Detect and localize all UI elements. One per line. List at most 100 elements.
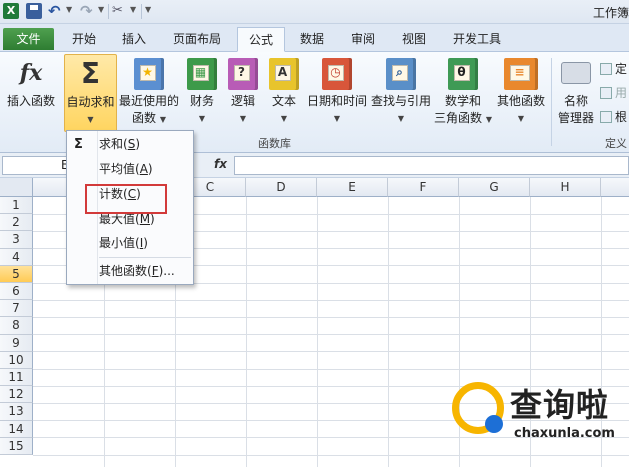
more-functions-button[interactable]: ≡ 其他函数 ▼ bbox=[494, 54, 548, 132]
math-trig-button[interactable]: θ 数学和 三角函数 ▼ bbox=[434, 54, 492, 132]
gridline bbox=[388, 197, 389, 467]
recently-used-dropdown-icon: ▼ bbox=[159, 115, 166, 124]
gridline bbox=[33, 300, 629, 301]
row-header[interactable]: 13 bbox=[0, 403, 33, 421]
redo-icon[interactable]: ↷ bbox=[80, 3, 96, 19]
column-header-h[interactable]: H bbox=[530, 178, 601, 197]
tools-dropdown-icon[interactable]: ▼ bbox=[130, 5, 136, 14]
lookup-dropdown-icon: ▼ bbox=[397, 114, 405, 123]
row-header[interactable]: 10 bbox=[0, 351, 33, 369]
menu-item-min[interactable]: 最小值(I) bbox=[67, 232, 193, 255]
text-book-icon: A bbox=[269, 58, 299, 90]
recently-used-label-1: 最近使用的 bbox=[119, 94, 180, 108]
tab-file[interactable]: 文件 bbox=[3, 28, 54, 50]
create-from-selection-command[interactable]: 根 bbox=[600, 108, 627, 125]
gridline bbox=[33, 369, 629, 370]
save-icon[interactable] bbox=[26, 3, 42, 19]
use-in-formula-command[interactable]: 用 bbox=[600, 84, 627, 101]
financial-label: 财务 bbox=[189, 94, 214, 108]
define-name-command[interactable]: 定 bbox=[600, 60, 627, 77]
tab-review[interactable]: 审阅 bbox=[341, 27, 385, 52]
fx-icon: fx bbox=[19, 60, 43, 86]
financial-book-icon: ▦ bbox=[187, 58, 217, 90]
insert-function-label: 插入函数 bbox=[6, 94, 55, 108]
row-header[interactable]: 9 bbox=[0, 334, 33, 352]
column-header-f[interactable]: F bbox=[388, 178, 459, 197]
more-functions-label: 其他函数 bbox=[496, 94, 545, 108]
column-header-g[interactable]: G bbox=[459, 178, 530, 197]
logical-button[interactable]: ? 逻辑 ▼ bbox=[224, 54, 262, 132]
column-header-e[interactable]: E bbox=[317, 178, 388, 197]
tab-page-layout[interactable]: 页面布局 bbox=[164, 27, 230, 52]
datetime-button[interactable]: ◷ 日期和时间 ▼ bbox=[305, 54, 369, 132]
row-header[interactable]: 12 bbox=[0, 386, 33, 404]
text-label: 文本 bbox=[271, 94, 296, 108]
select-all-corner[interactable] bbox=[0, 178, 33, 197]
function-library-group-label: 函数库 bbox=[258, 137, 291, 150]
math-label-2: 三角函数 bbox=[434, 111, 483, 125]
row-header[interactable]: 1 bbox=[0, 197, 33, 215]
tab-view[interactable]: 视图 bbox=[392, 27, 436, 52]
formula-icon bbox=[600, 87, 612, 99]
redo-dropdown-icon[interactable]: ▼ bbox=[98, 5, 104, 14]
watermark-brand: 查询啦 bbox=[510, 386, 610, 424]
ribbon-tabs: 文件 开始 插入 页面布局 公式 数据 审阅 视图 开发工具 bbox=[0, 24, 629, 52]
tools-icon[interactable]: ✂ bbox=[112, 3, 128, 19]
datetime-label: 日期和时间 bbox=[306, 94, 367, 108]
customize-qat-icon[interactable]: ▼ bbox=[145, 5, 151, 14]
star-book-icon: ★ bbox=[134, 58, 164, 90]
row-header[interactable]: 6 bbox=[0, 283, 33, 301]
financial-button[interactable]: ▦ 财务 ▼ bbox=[182, 54, 222, 132]
tab-data[interactable]: 数据 bbox=[290, 27, 334, 52]
row-header[interactable]: 11 bbox=[0, 369, 33, 387]
qat-separator bbox=[141, 4, 142, 19]
formula-input[interactable] bbox=[234, 156, 629, 175]
undo-icon[interactable]: ↶ bbox=[48, 3, 64, 19]
row-header[interactable]: 8 bbox=[0, 317, 33, 335]
qat-separator bbox=[108, 4, 109, 19]
row-header[interactable]: 14 bbox=[0, 420, 33, 438]
row-header[interactable]: 15 bbox=[0, 437, 33, 455]
watermark-url: chaxunla.com bbox=[514, 426, 615, 441]
column-header-i[interactable] bbox=[601, 178, 629, 197]
logical-dropdown-icon: ▼ bbox=[239, 114, 247, 123]
column-header-d[interactable]: D bbox=[246, 178, 317, 197]
gridline bbox=[246, 197, 247, 467]
menu-item-more-functions[interactable]: 其他函数(F)... bbox=[67, 260, 193, 283]
text-dropdown-icon: ▼ bbox=[280, 114, 288, 123]
gridline bbox=[33, 334, 629, 335]
autosum-label: 自动求和 bbox=[66, 95, 115, 109]
name-manager-label-1: 名称 bbox=[563, 94, 588, 108]
menu-item-average[interactable]: 平均值(A) bbox=[67, 158, 193, 181]
name-manager-icon bbox=[561, 62, 591, 84]
financial-dropdown-icon: ▼ bbox=[198, 114, 206, 123]
autosum-button[interactable]: Σ 自动求和 ▼ bbox=[64, 54, 117, 132]
gridline bbox=[317, 197, 318, 467]
row-header[interactable]: 4 bbox=[0, 248, 33, 266]
more-functions-books-icon: ≡ bbox=[504, 58, 538, 90]
text-button[interactable]: A 文本 ▼ bbox=[264, 54, 304, 132]
fx-icon[interactable]: fx bbox=[214, 157, 227, 171]
datetime-dropdown-icon: ▼ bbox=[333, 114, 341, 123]
math-book-icon: θ bbox=[448, 58, 478, 90]
row-header-selected[interactable]: 5 bbox=[0, 265, 33, 283]
lookup-label: 查找与引用 bbox=[370, 94, 431, 108]
insert-function-button[interactable]: fx 插入函数 bbox=[2, 54, 60, 134]
name-manager-button[interactable]: 名称 管理器 bbox=[554, 54, 598, 132]
defined-names-group-label: 定义 bbox=[605, 137, 627, 150]
recently-used-button[interactable]: ★ 最近使用的 函数 ▼ bbox=[119, 54, 179, 132]
lookup-button[interactable]: ⌕ 查找与引用 ▼ bbox=[370, 54, 432, 132]
undo-dropdown-icon[interactable]: ▼ bbox=[66, 5, 72, 14]
row-header[interactable]: 3 bbox=[0, 231, 33, 249]
tab-formulas[interactable]: 公式 bbox=[237, 27, 285, 52]
tab-developer[interactable]: 开发工具 bbox=[446, 27, 508, 52]
row-header[interactable]: 7 bbox=[0, 300, 33, 318]
tab-home[interactable]: 开始 bbox=[62, 27, 106, 52]
more-functions-dropdown-icon: ▼ bbox=[517, 114, 525, 123]
lookup-book-icon: ⌕ bbox=[386, 58, 416, 90]
tab-insert[interactable]: 插入 bbox=[112, 27, 156, 52]
row-header[interactable]: 2 bbox=[0, 214, 33, 232]
menu-item-sum[interactable]: 求和(S) bbox=[67, 133, 193, 156]
autosum-dropdown-icon: ▼ bbox=[87, 115, 94, 124]
window-title: 工作簿 bbox=[592, 6, 629, 20]
